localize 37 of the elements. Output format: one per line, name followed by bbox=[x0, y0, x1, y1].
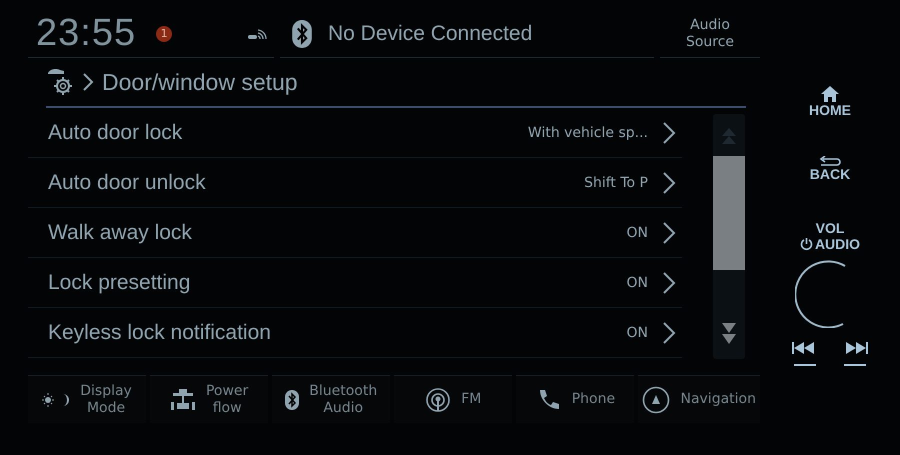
audio-label: AUDIO bbox=[814, 236, 860, 252]
vol-label: VOL bbox=[816, 220, 844, 236]
sun-moon-icon bbox=[42, 392, 70, 406]
scroll-thumb[interactable] bbox=[713, 156, 745, 270]
chevron-icon bbox=[662, 170, 676, 194]
radio-icon bbox=[425, 386, 452, 412]
setting-row[interactable]: Lock presetting ON bbox=[28, 258, 682, 308]
bluetooth-status: No Device Connected bbox=[328, 22, 532, 46]
back-icon bbox=[818, 156, 841, 166]
home-button[interactable]: HOME bbox=[809, 86, 851, 118]
home-icon bbox=[821, 86, 839, 102]
chevron-icon bbox=[82, 72, 94, 92]
clock: 23:55 bbox=[35, 12, 136, 55]
alert-badge[interactable]: 1 bbox=[156, 26, 172, 42]
signal-icon bbox=[248, 28, 268, 40]
setting-row[interactable]: Keyless lock notification ON bbox=[28, 308, 682, 358]
power-flow-icon bbox=[170, 388, 196, 412]
previous-track-icon[interactable] bbox=[792, 342, 816, 354]
bluetooth-icon bbox=[292, 20, 312, 48]
chevron-icon bbox=[662, 220, 676, 244]
scroll-up-icon bbox=[722, 128, 736, 144]
chevron-icon bbox=[662, 270, 676, 294]
chevron-icon bbox=[662, 320, 676, 344]
power-icon bbox=[800, 237, 813, 251]
bluetooth-icon bbox=[285, 390, 300, 410]
setting-row[interactable]: Auto door unlock Shift To P bbox=[28, 158, 682, 208]
page-title: Door/window setup bbox=[102, 68, 298, 96]
setting-row[interactable]: Walk away lock ON bbox=[28, 208, 682, 258]
setting-row[interactable]: Auto door lock With vehicle sp... bbox=[28, 108, 682, 158]
next-track-icon[interactable] bbox=[844, 342, 868, 354]
chevron-icon bbox=[662, 120, 676, 144]
car-gear-icon bbox=[46, 67, 74, 97]
scrollbar[interactable] bbox=[713, 114, 745, 359]
audio-source-button[interactable]: Audio Source bbox=[686, 16, 734, 50]
navigation-icon bbox=[642, 386, 670, 414]
back-button[interactable]: BACK bbox=[810, 156, 850, 182]
scroll-down-icon bbox=[722, 323, 736, 345]
